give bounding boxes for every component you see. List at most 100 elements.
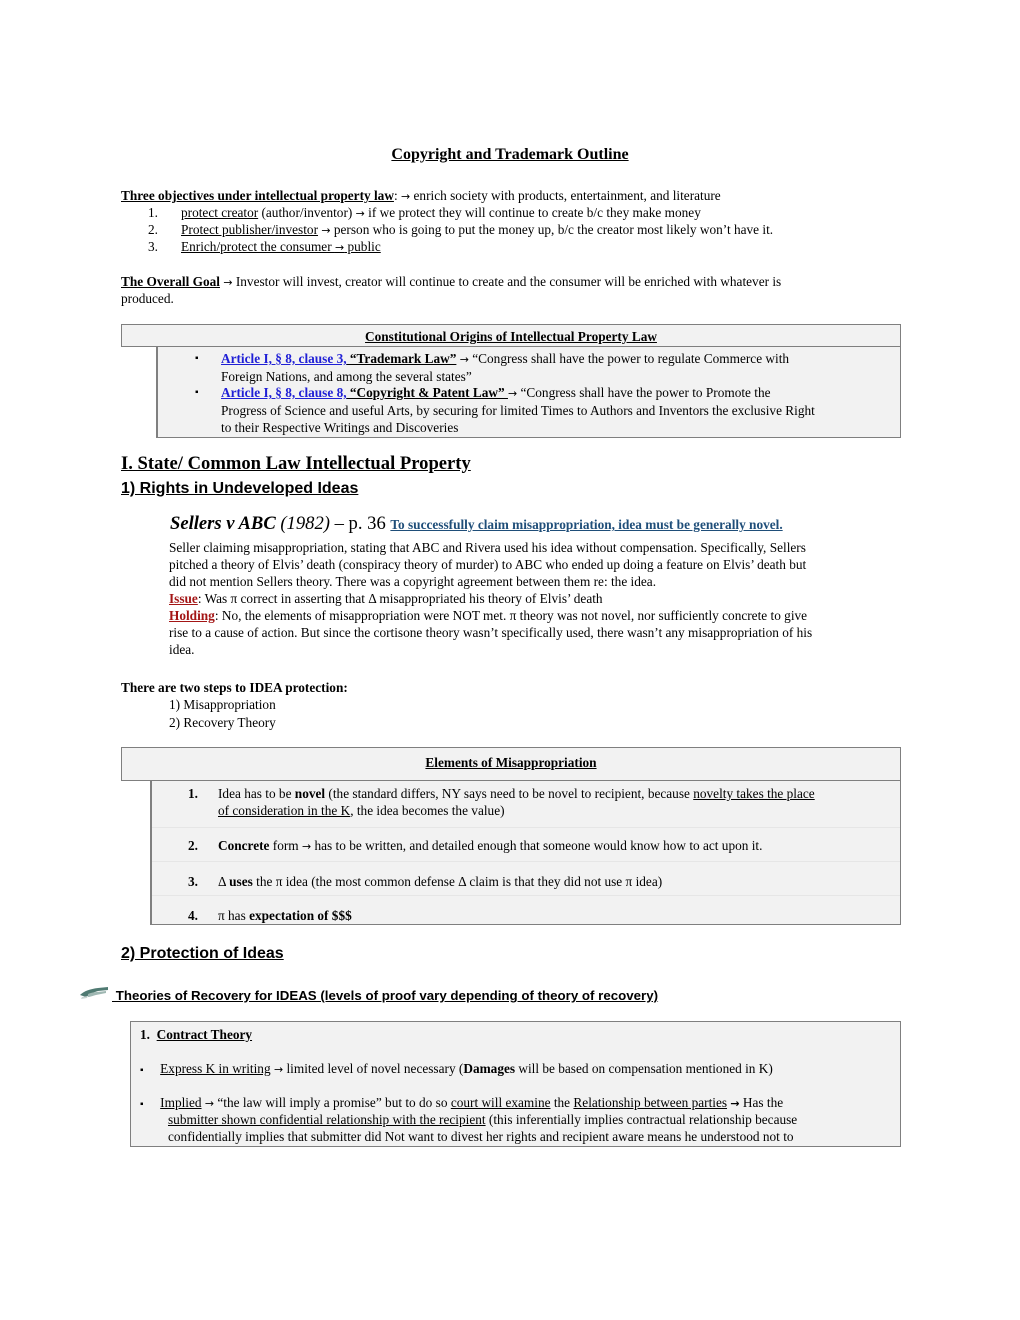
- two-steps-item: 1) Misappropriation: [169, 697, 276, 712]
- quote-text: to their Respective Writings and Discove…: [221, 420, 459, 435]
- case-page: – p. 36: [329, 513, 391, 534]
- subsection-heading: 2) Protection of Ideas: [121, 945, 284, 962]
- constitutional-item: ▪ Article I, § 8, clause 3, “Trademark L…: [158, 350, 898, 385]
- text: has to be written, and detailed enough t…: [311, 838, 763, 853]
- bullet-icon: ▪: [195, 353, 199, 364]
- text: (this inferentially implies contractual …: [485, 1112, 798, 1127]
- two-steps-heading: There are two steps to IDEA protection:: [121, 680, 348, 695]
- arrow-icon: →: [459, 353, 469, 366]
- law-name: “Trademark Law”: [346, 351, 457, 366]
- quote-text: “Congress shall have the power to regula…: [468, 351, 790, 366]
- holding-text: : No, the elements of misappropriation w…: [214, 608, 808, 623]
- text: the: [550, 1095, 574, 1110]
- article-link[interactable]: Article I, § 8, clause 3,: [221, 351, 347, 366]
- underlined-text: novelty takes the place: [693, 786, 815, 801]
- case-year: (1982): [275, 513, 330, 534]
- underlined-text: submitter shown confidential relationshi…: [168, 1112, 486, 1127]
- row-divider: [152, 895, 900, 896]
- item-label: Enrich/protect the consumer → public: [181, 239, 381, 254]
- text: Δ: [218, 874, 230, 889]
- item-text: Idea has to be novel (the standard diffe…: [218, 785, 898, 819]
- underlined-text: Relationship between parties: [573, 1095, 728, 1110]
- item-text: Δ uses the π idea (the most common defen…: [218, 873, 898, 890]
- facts-line: did not mention Sellers theory. There wa…: [169, 574, 657, 589]
- subsection-heading: 1) Rights in Undeveloped Ideas: [121, 480, 359, 497]
- facts-line: Seller claiming misappropriation, statin…: [169, 540, 806, 555]
- objectives-heading: Three objectives under intellectual prop…: [121, 188, 394, 203]
- text: the π idea (the most common defense Δ cl…: [252, 874, 663, 889]
- overall-goal-continued: produced.: [121, 291, 174, 306]
- theory-implied-continued: confidentially implies that submitter di…: [168, 1129, 794, 1144]
- theories-heading: Theories of Recovery for IDEAS (levels o…: [112, 988, 659, 1003]
- item-number: 1.: [148, 205, 158, 220]
- issue-label: Issue: [169, 591, 198, 606]
- arrow-icon: →: [301, 840, 312, 853]
- text: will be based on compensation mentioned …: [515, 1061, 773, 1076]
- text: π has: [218, 908, 250, 923]
- item-number: 3.: [188, 874, 198, 889]
- objectives-summary: enrich society with products, entertainm…: [413, 188, 721, 203]
- facts-line: pitched a theory of Elvis’ death (conspi…: [169, 557, 807, 572]
- item-number: 1.: [140, 1027, 150, 1042]
- case-name: Sellers v ABC: [170, 513, 276, 534]
- row-divider: [152, 861, 900, 862]
- item-label-text: Enrich/protect the consumer: [181, 239, 335, 254]
- text: (the standard differs, NY says need to b…: [325, 786, 694, 801]
- bold-text: Concrete: [218, 838, 270, 853]
- overall-goal-text: Investor will invest, creator will conti…: [232, 274, 782, 289]
- overall-goal: The Overall Goal → Investor will invest,…: [121, 273, 781, 291]
- arrow-icon: →: [730, 1097, 740, 1110]
- bold-text: Damages: [463, 1061, 516, 1076]
- overall-goal-label: The Overall Goal: [121, 274, 220, 289]
- arrow-icon: →: [507, 387, 518, 400]
- theory-implied-continued: submitter shown confidential relationshi…: [168, 1111, 797, 1128]
- case-title: Sellers v ABC (1982) – p. 36 To successf…: [170, 513, 783, 534]
- law-name: “Copyright & Patent Law”: [346, 385, 508, 400]
- elements-heading: Elements of Misappropriation: [425, 755, 597, 770]
- item-number: 2.: [148, 222, 158, 237]
- theories-box: 1. Contract Theory ▪ Express K in writin…: [130, 1021, 901, 1147]
- item-number: 1.: [188, 786, 198, 801]
- underlined-text: of consideration in the K: [218, 803, 351, 818]
- text: “the law will imply a promise” but to do…: [214, 1095, 451, 1110]
- text: Idea has to be: [218, 786, 295, 801]
- text: limited level of novel necessary (: [283, 1061, 464, 1076]
- arrow-icon: →: [223, 276, 233, 289]
- item-text: π has expectation of $$$: [218, 907, 898, 924]
- constitutional-box-header: Constitutional Origins of Intellectual P…: [121, 324, 901, 347]
- theory-label: Contract Theory: [156, 1027, 253, 1042]
- quote-text: Foreign Nations, and among the several s…: [221, 369, 472, 384]
- item-text: person who is going to put the money up,…: [330, 222, 774, 237]
- item-label: protect creator: [181, 205, 259, 220]
- bold-text: novel: [294, 786, 326, 801]
- constitutional-item: ▪ Article I, § 8, clause 8, “Copyright &…: [158, 384, 898, 436]
- quote-text: Progress of Science and useful Arts, by …: [221, 403, 815, 418]
- arrow-icon: →: [334, 241, 345, 254]
- elements-box-header: Elements of Misappropriation: [121, 747, 901, 781]
- bold-text: expectation of $$$: [249, 908, 352, 923]
- text: Has the: [739, 1095, 784, 1110]
- quote-text: “Congress shall have the power to Promot…: [517, 385, 771, 400]
- holding-label: Holding: [169, 608, 215, 623]
- text: , the idea becomes the value): [350, 803, 505, 818]
- theory-express: ▪ Express K in writing → limited level o…: [140, 1060, 773, 1079]
- item-text: public: [344, 239, 381, 254]
- underlined-text: court will examine: [450, 1095, 551, 1110]
- case-rule: To successfully claim misappropriation, …: [390, 517, 783, 532]
- constitutional-heading: Constitutional Origins of Intellectual P…: [365, 329, 657, 344]
- arrow-icon: →: [273, 1063, 284, 1076]
- implied-label: Implied: [160, 1095, 202, 1110]
- holding-text: rise to a cause of action. But since the…: [169, 625, 813, 640]
- item-number: 2.: [188, 838, 198, 853]
- article-link[interactable]: Article I, § 8, clause 8,: [221, 385, 347, 400]
- bullet-icon: ▪: [140, 1065, 144, 1076]
- express-label: Express K in writing: [160, 1061, 271, 1076]
- bold-text: uses: [229, 874, 253, 889]
- text: form: [269, 838, 302, 853]
- objective-item: 3. Enrich/protect the consumer → public: [148, 238, 381, 256]
- objectives-line: Three objectives under intellectual prop…: [121, 188, 721, 203]
- holding-text: idea.: [169, 642, 195, 657]
- issue-text: : Was π correct in asserting that Δ misa…: [197, 591, 603, 606]
- objective-item: 2. Protect publisher/investor → person wh…: [148, 221, 773, 239]
- case-holding: Holding: No, the elements of misappropri…: [169, 607, 904, 624]
